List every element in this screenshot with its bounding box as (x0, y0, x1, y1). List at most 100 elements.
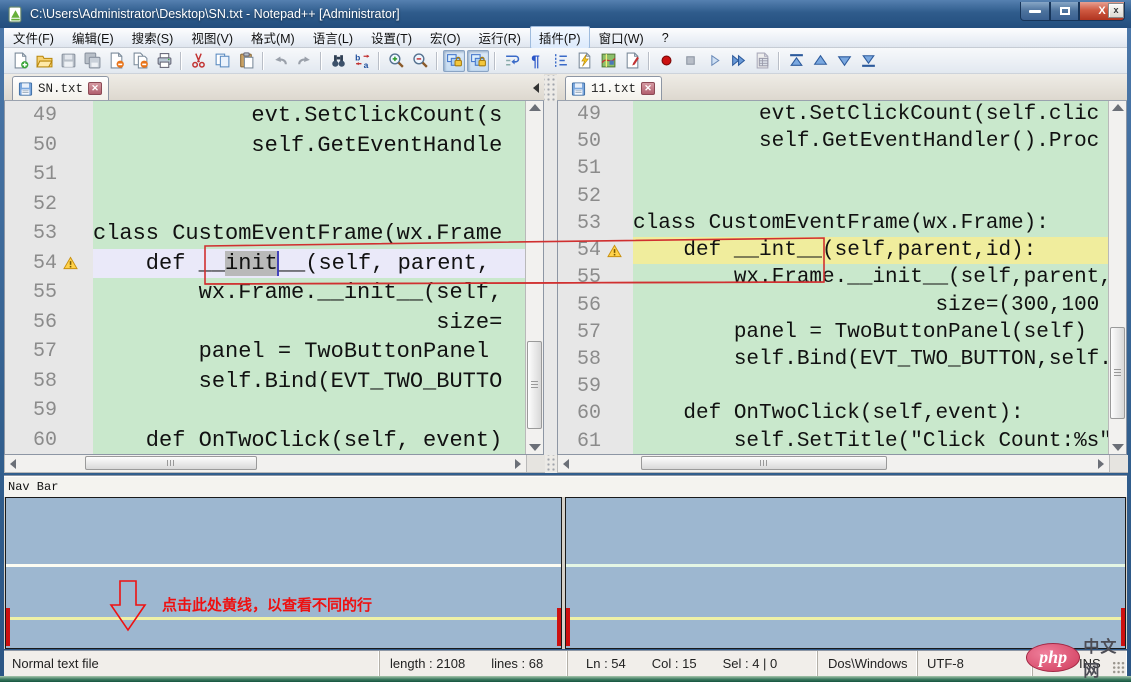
code-line-60[interactable]: 60 def OnTwoClick(self, event) (5, 426, 543, 456)
nav-bar-close-icon[interactable]: x (1108, 3, 1124, 18)
code-text[interactable]: class CustomEventFrame(wx.Frame (93, 219, 543, 249)
scroll-left-icon[interactable] (10, 459, 16, 469)
menu-item-10[interactable]: 窗口(W) (590, 26, 653, 49)
code-line-50[interactable]: 50 self.GetEventHandle (5, 131, 543, 161)
scroll-up-icon[interactable] (529, 104, 541, 111)
paste-icon[interactable] (235, 50, 257, 72)
code-text[interactable] (633, 373, 1126, 400)
code-line-54[interactable]: 54 def __int__(self,parent,id): (558, 237, 1126, 264)
show-all-characters-icon[interactable]: ¶ (525, 50, 547, 72)
code-line-55[interactable]: 55 wx.Frame.__init__(self, (5, 278, 543, 308)
code-line-53[interactable]: 53class CustomEventFrame(wx.Frame): (558, 210, 1126, 237)
user-defined-language-icon[interactable] (573, 50, 595, 72)
code-text[interactable]: panel = TwoButtonPanel(self) (633, 319, 1126, 346)
code-text[interactable]: size=(300,100 (633, 292, 1126, 319)
code-line-61[interactable]: 61 self.SetTitle("Click Count:%s"% (558, 428, 1126, 455)
sync-vertical-scroll-icon[interactable] (443, 50, 465, 72)
code-line-49[interactable]: 49 evt.SetClickCount(self.clic (558, 101, 1126, 128)
compare-next-icon[interactable] (833, 50, 855, 72)
close-file-icon[interactable] (105, 50, 127, 72)
code-line-52[interactable]: 52 (5, 190, 543, 220)
menu-item-7[interactable]: 宏(O) (421, 26, 470, 49)
menu-item-8[interactable]: 运行(R) (470, 26, 530, 49)
copy-icon[interactable] (211, 50, 233, 72)
code-text[interactable]: self.Bind(EVT_TWO_BUTTON,self.O (633, 346, 1126, 373)
macro-save-icon[interactable] (751, 50, 773, 72)
code-text[interactable] (93, 396, 543, 426)
scroll-left-icon[interactable] (563, 459, 569, 469)
function-list-icon[interactable] (621, 50, 643, 72)
editor-pane-left[interactable]: 49 evt.SetClickCount(s50 self.GetEventHa… (4, 101, 544, 455)
code-line-58[interactable]: 58 self.Bind(EVT_TWO_BUTTON,self.O (558, 346, 1126, 373)
code-text[interactable] (633, 155, 1126, 182)
close-all-icon[interactable] (129, 50, 151, 72)
code-line-51[interactable]: 51 (558, 155, 1126, 182)
resize-grip[interactable] (1112, 661, 1125, 674)
macro-play-icon[interactable] (703, 50, 725, 72)
nav-diff-line-yellow[interactable] (6, 617, 561, 620)
tab-scroll-left-icon[interactable] (533, 83, 539, 93)
find-icon[interactable] (327, 50, 349, 72)
code-text[interactable]: evt.SetClickCount(s (93, 101, 543, 131)
right-vertical-scrollbar[interactable] (1108, 101, 1126, 454)
menu-item-3[interactable]: 视图(V) (182, 26, 242, 49)
code-line-60[interactable]: 60 def OnTwoClick(self,event): (558, 400, 1126, 427)
scroll-right-icon[interactable] (1098, 459, 1104, 469)
open-file-icon[interactable] (33, 50, 55, 72)
left-hscroll-thumb[interactable] (85, 456, 257, 470)
code-text[interactable]: panel = TwoButtonPanel (93, 337, 543, 367)
zoom-out-icon[interactable] (409, 50, 431, 72)
code-line-57[interactable]: 57 panel = TwoButtonPanel (5, 337, 543, 367)
cut-icon[interactable] (187, 50, 209, 72)
code-text[interactable] (93, 190, 543, 220)
code-text[interactable]: self.SetTitle("Click Count:%s"% (633, 428, 1126, 455)
tab-sn-txt[interactable]: SN.txt ✕ (12, 76, 109, 100)
save-all-icon[interactable] (81, 50, 103, 72)
code-line-50[interactable]: 50 self.GetEventHandler().Proc (558, 128, 1126, 155)
nav-panel-right[interactable] (565, 497, 1126, 649)
code-line-59[interactable]: 59 (5, 396, 543, 426)
menu-item-4[interactable]: 格式(M) (242, 26, 304, 49)
tab-close-icon[interactable]: ✕ (641, 82, 655, 95)
menu-item-11[interactable]: ? (653, 29, 678, 47)
scroll-down-icon[interactable] (529, 444, 541, 451)
macro-record-icon[interactable] (655, 50, 677, 72)
tab-11-txt[interactable]: 11.txt ✕ (565, 76, 662, 100)
undo-icon[interactable] (269, 50, 291, 72)
word-wrap-icon[interactable] (501, 50, 523, 72)
code-text[interactable]: class CustomEventFrame(wx.Frame): (633, 210, 1126, 237)
code-text[interactable]: self.GetEventHandle (93, 131, 543, 161)
nav-diff-line-yellow[interactable] (566, 617, 1125, 620)
menu-item-5[interactable]: 语言(L) (304, 26, 362, 49)
code-line-59[interactable]: 59 (558, 373, 1126, 400)
editor-pane-right[interactable]: 49 evt.SetClickCount(self.clic50 self.Ge… (557, 101, 1127, 455)
code-text[interactable]: def OnTwoClick(self, event) (93, 426, 543, 456)
menu-item-1[interactable]: 编辑(E) (63, 26, 123, 49)
code-text[interactable]: self.Bind(EVT_TWO_BUTTO (93, 367, 543, 397)
new-file-icon[interactable] (9, 50, 31, 72)
code-line-54[interactable]: 54 def __init__(self, parent, (5, 249, 543, 279)
code-text[interactable]: def OnTwoClick(self,event): (633, 400, 1126, 427)
code-text[interactable]: wx.Frame.__init__(self, (93, 278, 543, 308)
code-line-56[interactable]: 56 size= (5, 308, 543, 338)
code-line-55[interactable]: 55 wx.Frame.__init__(self,parent,i (558, 264, 1126, 291)
redo-icon[interactable] (293, 50, 315, 72)
maximize-button[interactable] (1050, 2, 1079, 21)
title-bar[interactable]: C:\Users\Administrator\Desktop\SN.txt - … (0, 0, 1131, 28)
code-text[interactable] (93, 160, 543, 190)
scroll-down-icon[interactable] (1112, 444, 1124, 451)
nav-panel-left[interactable]: 点击此处黄线，以查看不同的行 (5, 497, 562, 649)
code-line-52[interactable]: 52 (558, 183, 1126, 210)
menu-item-6[interactable]: 设置(T) (362, 26, 421, 49)
right-horizontal-scrollbar[interactable] (557, 455, 1110, 473)
macro-run-multiple-icon[interactable] (727, 50, 749, 72)
code-text[interactable]: self.GetEventHandler().Proc (633, 128, 1126, 155)
compare-previous-icon[interactable] (809, 50, 831, 72)
code-text[interactable]: def __int__(self,parent,id): (633, 237, 1126, 264)
right-vscroll-thumb[interactable] (1110, 327, 1125, 419)
compare-last-icon[interactable] (857, 50, 879, 72)
code-text[interactable]: wx.Frame.__init__(self,parent,i (633, 264, 1126, 291)
sync-horizontal-scroll-icon[interactable] (467, 50, 489, 72)
left-vertical-scrollbar[interactable] (525, 101, 543, 454)
scroll-up-icon[interactable] (1112, 104, 1124, 111)
